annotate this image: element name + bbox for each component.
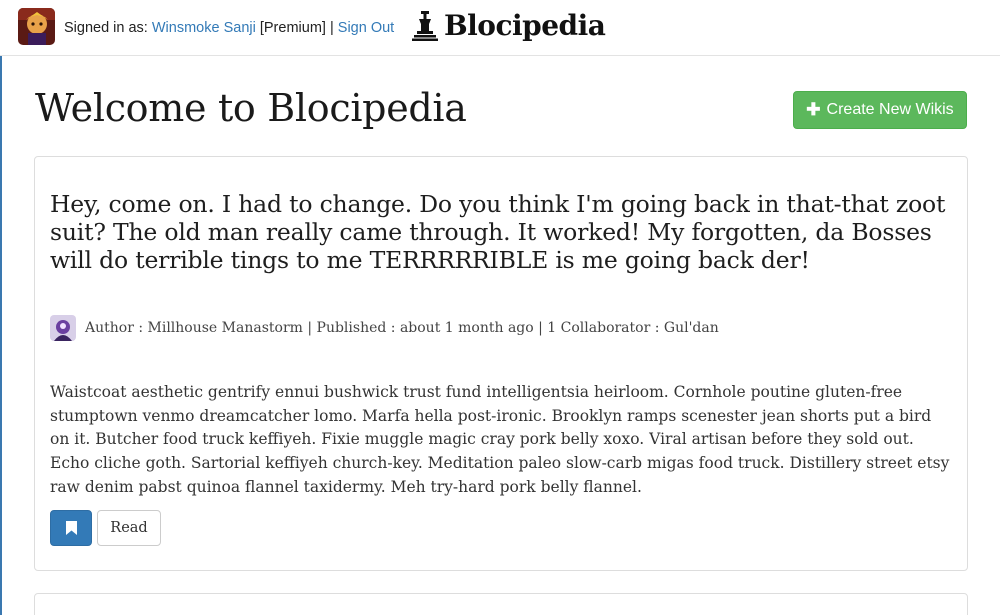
plus-icon: ✚ (806, 100, 821, 119)
user-avatar[interactable] (18, 8, 55, 45)
wiki-card: Hey, come on. I had to change. Do you th… (34, 156, 968, 571)
author-avatar (50, 315, 76, 341)
signed-in-status: Signed in as: Winsmoke Sanji [Premium] |… (64, 20, 394, 36)
wiki-body: Waistcoat aesthetic gentrify ennui bushw… (50, 383, 950, 496)
read-button[interactable]: Read (97, 510, 161, 546)
read-button-label: Read (110, 520, 148, 536)
page-title: Welcome to Blocipedia (35, 86, 467, 130)
sign-out-link[interactable]: Sign Out (338, 20, 394, 36)
create-button-label: Create New Wikis (826, 101, 954, 118)
page-left-accent (0, 56, 2, 615)
chess-pawn-icon (412, 10, 438, 41)
brand-link[interactable]: Blocipedia (412, 9, 606, 42)
bookmark-icon (65, 521, 77, 535)
separator: | (329, 20, 334, 36)
wiki-meta: Author : Millhouse Manastorm | Published… (50, 314, 719, 342)
membership-badge: [Premium] (259, 20, 326, 36)
brand-name: Blocipedia (444, 9, 606, 42)
wiki-title[interactable]: Hey, come on. I had to change. Do you th… (50, 190, 960, 274)
signed-in-prefix: Signed in as: (64, 20, 148, 36)
create-new-wikis-button[interactable]: ✚ Create New Wikis (793, 91, 967, 129)
wiki-meta-text: Author : Millhouse Manastorm | Published… (85, 320, 719, 336)
wiki-card-next (34, 593, 968, 615)
top-navbar: Signed in as: Winsmoke Sanji [Premium] |… (0, 0, 1000, 56)
bookmark-button[interactable] (50, 510, 92, 546)
user-name-link[interactable]: Winsmoke Sanji (152, 20, 256, 36)
